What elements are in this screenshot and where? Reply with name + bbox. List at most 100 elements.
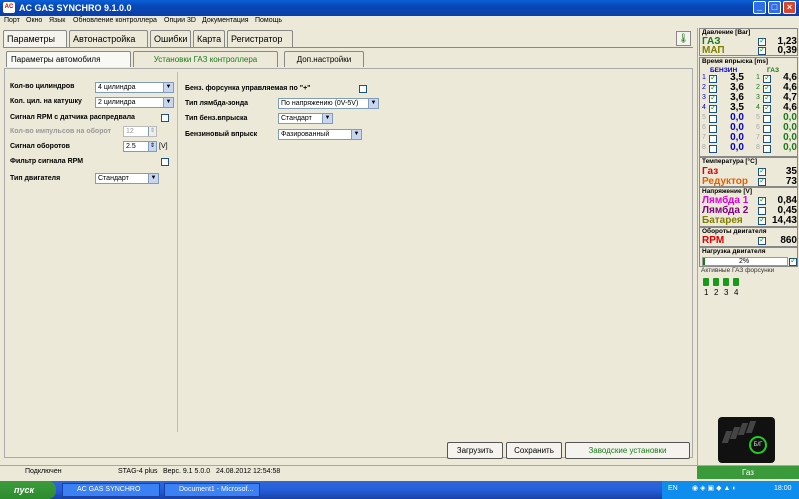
spin-icon: ⇕ [148, 142, 156, 151]
rpm-label: RPM [702, 235, 725, 246]
temp-reducer-label: Редуктор [702, 176, 749, 187]
active-injector-num: 2 [714, 288, 719, 297]
load-bar: 2% [702, 257, 788, 266]
thermometer-icon[interactable]: 🌡 [676, 31, 691, 46]
injection-section: Время впрыска [ms] БЕНЗИН ГАЗ 13,514,623… [699, 57, 798, 157]
subtab-car-params[interactable]: Параметры автомобиля [6, 51, 131, 67]
injector-gas-checkbox[interactable] [763, 83, 771, 93]
mode-indicator: Газ [697, 466, 799, 479]
save-button[interactable]: Сохранить [506, 442, 562, 459]
subtab-extra-settings[interactable]: Доп.настройки [284, 51, 364, 67]
petrol-inj-checkbox[interactable] [359, 85, 367, 93]
menu-help[interactable]: Помощь [255, 17, 282, 24]
injector-gas-num: 4 [756, 104, 760, 111]
rpm-signal-unit: [V] [159, 143, 168, 150]
gauge-button: Б/Г [749, 436, 767, 454]
rpm-checkbox[interactable] [758, 235, 766, 245]
subtab-gas-controller[interactable]: Установки ГАЗ контроллера [133, 51, 278, 67]
language-indicator[interactable]: EN [668, 485, 678, 492]
injector-gas-checkbox[interactable] [763, 145, 771, 153]
load-section: Нагрузка двигателя 2% [699, 247, 798, 267]
petrol-inj-type-label: Тип бенз.впрыска [185, 115, 248, 122]
active-injector-num: 3 [724, 288, 729, 297]
coil-label: Кол. цил. на катушку [10, 98, 82, 105]
injector-petrol-checkbox[interactable] [709, 73, 717, 83]
lambda2-checkbox[interactable] [758, 207, 766, 215]
menu-language[interactable]: Язык [49, 17, 65, 24]
menu-options3d[interactable]: Опции 3D [164, 17, 196, 24]
injector-petrol-checkbox[interactable] [709, 125, 717, 133]
injector-petrol-checkbox[interactable] [709, 115, 717, 123]
tab-map[interactable]: Карта [193, 30, 225, 47]
close-button[interactable]: × [783, 1, 796, 14]
rpm-signal-stepper[interactable]: 2.5 ⇕ [123, 141, 157, 152]
injector-gas-checkbox[interactable] [763, 115, 771, 123]
injection-title: Время впрыска [ms] [702, 58, 769, 65]
start-button[interactable]: пуск [0, 481, 56, 499]
injector-gas-checkbox[interactable] [763, 135, 771, 143]
injector-icon [703, 278, 709, 286]
tab-parameters[interactable]: Параметры [3, 30, 67, 47]
tray-icons[interactable]: ◉◈▣◆▲◐ [692, 484, 739, 492]
injector-icon [713, 278, 719, 286]
tab-divider [3, 47, 693, 48]
injector-petrol-checkbox[interactable] [709, 93, 717, 103]
battery-label: Батарея [702, 215, 743, 226]
petrol-injection-select[interactable]: Фазированный ▼ [278, 129, 362, 140]
injector-gas-checkbox[interactable] [763, 93, 771, 103]
menu-window[interactable]: Окно [26, 17, 42, 24]
voltage-section: Напряжение [V] Лямбда 1 0,84 Лямбда 2 0,… [699, 187, 798, 227]
lambda1-checkbox[interactable] [758, 195, 766, 205]
tab-autotune[interactable]: Автонастройка [69, 30, 148, 47]
engine-type-label: Тип двигателя [10, 175, 61, 182]
map-pressure-value: 0,39 [777, 45, 797, 56]
engine-type-select[interactable]: Стандарт ▼ [95, 173, 159, 184]
injector-icon [733, 278, 739, 286]
rpm-filter-checkbox[interactable] [161, 158, 169, 166]
menu-port[interactable]: Порт [4, 17, 20, 24]
right-panel: Давление [Bar] ГАЗ 1,23 МАП 0,39 Время в… [697, 28, 799, 465]
load-checkbox[interactable] [789, 256, 797, 266]
battery-checkbox[interactable] [758, 215, 766, 225]
cylinders-select[interactable]: 4 цилиндра ▼ [95, 82, 174, 93]
window-title: AC GAS SYNCHRO 9.1.0.0 [19, 3, 132, 13]
temp-reducer-checkbox[interactable] [758, 176, 766, 186]
petrol-inj-label: Бенз. форсунка управляемая по "+" [185, 85, 311, 92]
injector-gas-num: 3 [756, 94, 760, 101]
petrol-inj-type-select[interactable]: Стандарт ▼ [278, 113, 333, 124]
menu-docs[interactable]: Документация [202, 17, 249, 24]
minimize-button[interactable]: _ [753, 1, 766, 14]
coil-select[interactable]: 2 цилиндра ▼ [95, 97, 174, 108]
injector-gas-checkbox[interactable] [763, 103, 771, 113]
injector-petrol-checkbox[interactable] [709, 135, 717, 143]
chevron-down-icon: ▼ [351, 130, 361, 139]
maximize-button[interactable]: □ [768, 1, 781, 14]
rpm-sensor-checkbox[interactable] [161, 114, 169, 122]
load-button[interactable]: Загрузить [447, 442, 503, 459]
injector-petrol-checkbox[interactable] [709, 145, 717, 153]
switch-gauge[interactable]: Б/Г [718, 417, 775, 463]
active-injectors-section: Активные ГАЗ форсунки 1234 [699, 267, 798, 299]
pulses-stepper[interactable]: 12 ⇕ [123, 126, 157, 137]
chevron-down-icon: ▼ [368, 99, 378, 108]
task-ac-gas[interactable]: AC GAS SYNCHRO [62, 483, 160, 497]
active-injector-num: 4 [734, 288, 739, 297]
rpm-title: Обороты двигателя [702, 228, 767, 235]
menu-update[interactable]: Обновление контроллера [73, 17, 157, 24]
rpm-signal-label: Сигнал оборотов [10, 143, 70, 150]
injector-petrol-checkbox[interactable] [709, 103, 717, 113]
lambda-type-select[interactable]: По напряжению (0V-5V) ▼ [278, 98, 379, 109]
injector-petrol-checkbox[interactable] [709, 83, 717, 93]
temp-gas-checkbox[interactable] [758, 166, 766, 176]
task-document[interactable]: Document1 - Microsof... [164, 483, 260, 497]
injector-gas-checkbox[interactable] [763, 125, 771, 133]
datetime: 24.08.2012 12:54:58 [216, 468, 281, 475]
map-pressure-checkbox[interactable] [758, 45, 766, 55]
injector-petrol-num: 1 [702, 74, 706, 81]
tab-recorder[interactable]: Регистратор [227, 30, 293, 47]
rpm-filter-label: Фильтр сигнала RPM [10, 158, 84, 165]
pressure-title: Давление [Bar] [702, 29, 751, 36]
injector-gas-checkbox[interactable] [763, 73, 771, 83]
factory-settings-button[interactable]: Заводские установки [565, 442, 690, 459]
tab-errors[interactable]: Ошибки [150, 30, 191, 47]
